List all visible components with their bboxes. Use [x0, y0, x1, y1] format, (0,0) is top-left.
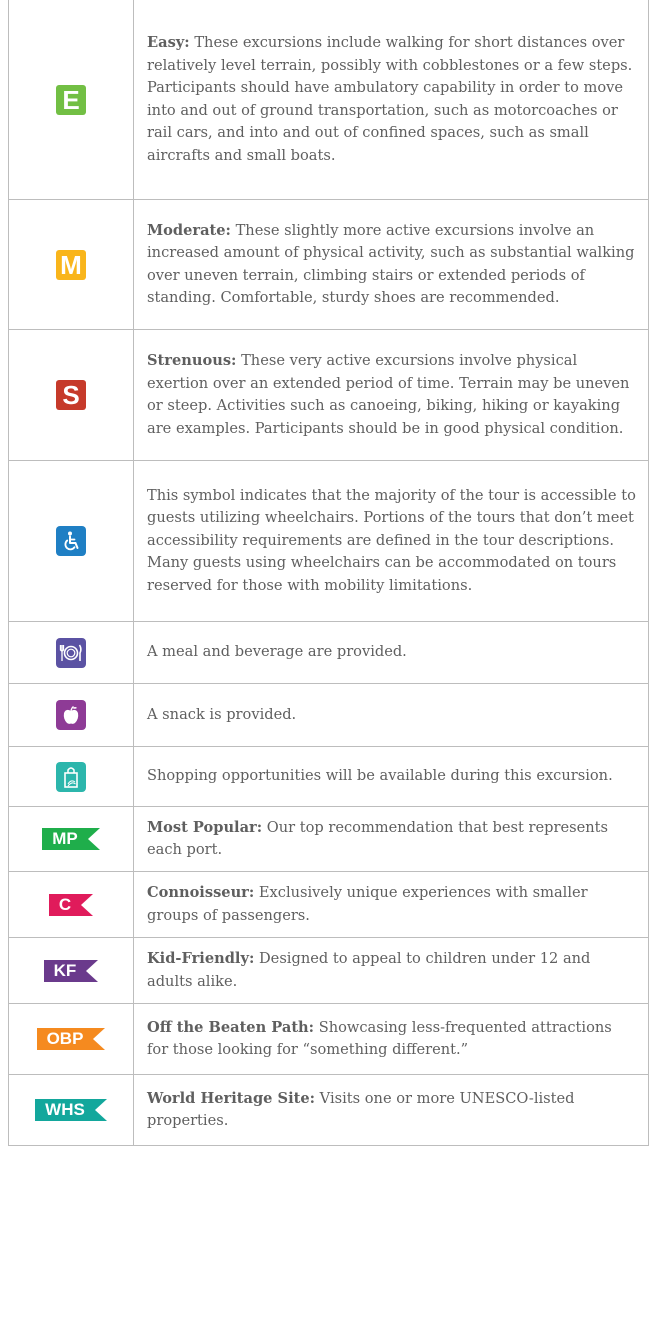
strenuous-badge: S [56, 380, 86, 410]
legend-row-wheelchair-accessible: This symbol indicates that the majority … [9, 461, 648, 622]
description-cell: Most Popular: Our top recommendation tha… [134, 807, 648, 871]
term-label: Easy: [147, 34, 190, 51]
term-label: Moderate: [147, 221, 231, 239]
snack-apple-icon [56, 700, 86, 730]
icon-cell: C [9, 872, 134, 937]
icon-cell: M [9, 200, 134, 329]
kid-friendly-flag: KF [43, 959, 99, 982]
easy-badge: E [56, 84, 86, 115]
icon-cell: S [9, 330, 134, 460]
description-text: Shopping opportunities will be available… [147, 767, 613, 785]
description-text: A snack is provided. [147, 705, 297, 723]
description-text: These excursions include walking for sho… [147, 34, 633, 164]
term-label: Off the Beaten Path: [147, 1018, 315, 1036]
off-the-beaten-path-flag: OBP [36, 1028, 106, 1050]
legend-row-shopping: Shopping opportunities will be available… [9, 747, 648, 807]
icon-cell: KF [9, 938, 134, 1003]
term-label: Kid-Friendly: [147, 950, 255, 967]
icon-cell [9, 684, 134, 746]
icon-cell [9, 747, 134, 806]
description-text: A meal and beverage are provided. [147, 643, 407, 661]
term-label: World Heritage Site: [147, 1089, 316, 1107]
legend-row-connoisseur: C Connoisseur: Exclusively unique experi… [9, 872, 648, 938]
legend-row-world-heritage-site: WHS World Heritage Site: Visits one or m… [9, 1075, 648, 1146]
legend-row-easy: E Easy: These excursions include walking… [9, 0, 648, 200]
moderate-badge: M [56, 249, 86, 280]
description-cell: Connoisseur: Exclusively unique experien… [134, 872, 648, 937]
meal-icon [56, 637, 86, 668]
description-cell: Shopping opportunities will be available… [134, 747, 648, 806]
description-cell: Strenuous: These very active excursions … [134, 330, 648, 460]
excursion-legend-table: E Easy: These excursions include walking… [8, 0, 649, 1146]
wheelchair-icon [56, 526, 86, 556]
description-cell: This symbol indicates that the majority … [134, 461, 648, 621]
icon-cell: OBP [9, 1004, 134, 1074]
description-cell: Moderate: These slightly more active exc… [134, 200, 648, 329]
most-popular-flag: MP [42, 828, 100, 850]
icon-cell [9, 622, 134, 683]
description-cell: A meal and beverage are provided. [134, 622, 648, 683]
legend-row-meal: A meal and beverage are provided. [9, 622, 648, 684]
world-heritage-site-flag: WHS [35, 1099, 107, 1121]
legend-row-off-the-beaten-path: OBP Off the Beaten Path: Showcasing less… [9, 1004, 648, 1075]
legend-row-moderate: M Moderate: These slightly more active e… [9, 200, 648, 330]
description-cell: World Heritage Site: Visits one or more … [134, 1075, 648, 1145]
legend-row-kid-friendly: KF Kid-Friendly: Designed to appeal to c… [9, 938, 648, 1004]
icon-cell: WHS [9, 1075, 134, 1145]
description-cell: Kid-Friendly: Designed to appeal to chil… [134, 938, 648, 1003]
icon-cell: MP [9, 807, 134, 871]
icon-cell [9, 461, 134, 621]
shopping-bag-icon [56, 761, 86, 792]
term-label: Most Popular: [147, 818, 263, 836]
description-cell: Easy: These excursions include walking f… [134, 0, 648, 199]
connoisseur-flag: C [48, 893, 94, 916]
term-label: Connoisseur: [147, 884, 255, 901]
legend-row-snack: A snack is provided. [9, 684, 648, 747]
description-cell: Off the Beaten Path: Showcasing less-fre… [134, 1004, 648, 1074]
term-label: Strenuous: [147, 352, 237, 369]
legend-row-strenuous: S Strenuous: These very active excursion… [9, 330, 648, 461]
legend-row-most-popular: MP Most Popular: Our top recommendation … [9, 807, 648, 872]
icon-cell: E [9, 0, 134, 199]
description-cell: A snack is provided. [134, 684, 648, 746]
description-text: This symbol indicates that the majority … [147, 486, 636, 594]
